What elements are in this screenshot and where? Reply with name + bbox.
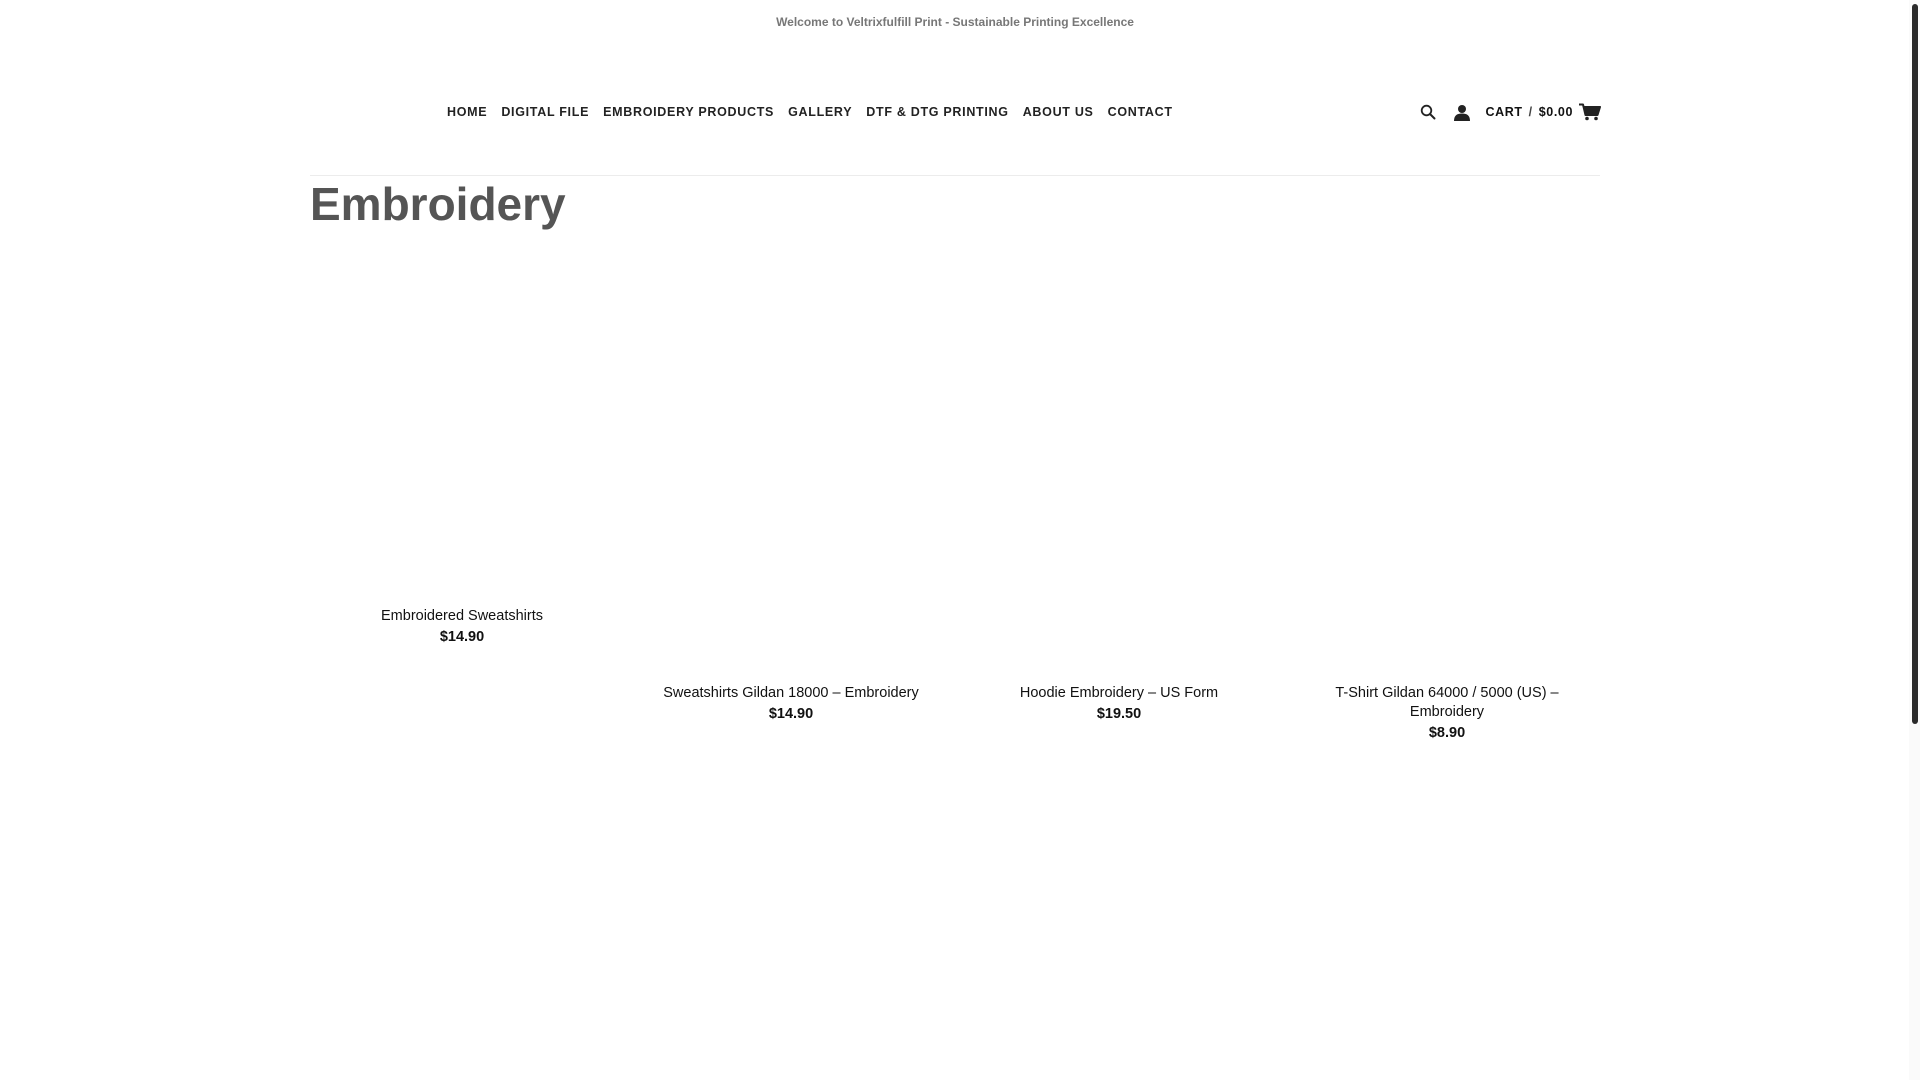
scrollbar-track[interactable] — [1909, 0, 1920, 1080]
product-card[interactable]: T-Shirt Gildan 64000 / 5000 (US) – Embro… — [1319, 684, 1575, 743]
user-icon[interactable] — [1452, 102, 1472, 122]
nav-item-digital-file[interactable]: DIGITAL FILE — [501, 105, 589, 119]
product-name[interactable]: Sweatshirts Gildan 18000 – Embroidery — [641, 684, 941, 703]
cart-label: CART — [1485, 105, 1523, 119]
page-title: Embroidery — [310, 178, 566, 230]
product-name[interactable]: T-Shirt Gildan 64000 / 5000 (US) – Embro… — [1319, 684, 1575, 722]
product-card[interactable]: Sweatshirts Gildan 18000 – Embroidery $1… — [641, 684, 941, 724]
top-announcement-bar: Welcome to Veltrixfulfill Print - Sustai… — [0, 0, 1910, 44]
nav-item-about-us[interactable]: ABOUT US — [1023, 105, 1094, 119]
nav-item-home[interactable]: HOME — [447, 105, 487, 119]
shopping-cart-icon — [1579, 102, 1601, 122]
product-price: $14.90 — [768, 706, 814, 722]
main-navigation: HOME DIGITAL FILE EMBROIDERY PRODUCTS GA… — [447, 90, 1173, 134]
product-card[interactable]: Hoodie Embroidery – US Form $19.50 — [969, 684, 1269, 724]
product-price: $19.50 — [1096, 706, 1142, 722]
cart-total: $0.00 — [1538, 105, 1573, 119]
cart-button[interactable]: CART / $0.00 — [1486, 102, 1601, 122]
nav-item-embroidery-products[interactable]: EMBROIDERY PRODUCTS — [603, 105, 774, 119]
product-price: $8.90 — [1428, 725, 1466, 741]
product-price: $14.90 — [439, 629, 485, 645]
welcome-text: Welcome to Veltrixfulfill Print - Sustai… — [776, 15, 1134, 29]
product-card[interactable]: Embroidered Sweatshirts $14.90 — [312, 607, 612, 647]
nav-item-contact[interactable]: CONTACT — [1108, 105, 1173, 119]
product-name[interactable]: Hoodie Embroidery – US Form — [969, 684, 1269, 703]
nav-item-dtf-dtg-printing[interactable]: DTF & DTG PRINTING — [866, 105, 1008, 119]
product-name[interactable]: Embroidered Sweatshirts — [312, 607, 612, 626]
search-icon[interactable] — [1418, 102, 1438, 122]
header-tools: CART / $0.00 — [1418, 90, 1601, 134]
nav-item-gallery[interactable]: GALLERY — [788, 105, 852, 119]
scrollbar-thumb[interactable] — [1912, 4, 1918, 724]
site-header: HOME DIGITAL FILE EMBROIDERY PRODUCTS GA… — [0, 90, 1910, 134]
cart-separator: / — [1528, 105, 1533, 119]
